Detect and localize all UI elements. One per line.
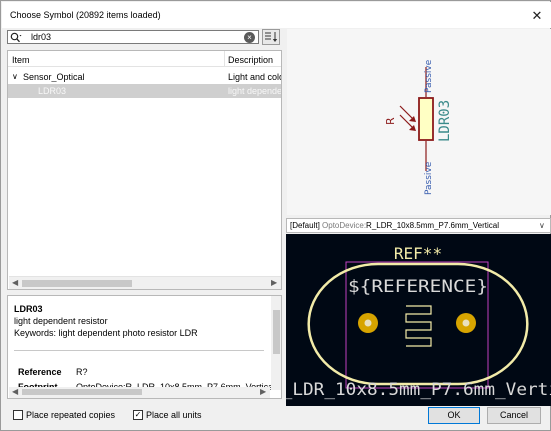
ldr-track-pattern xyxy=(405,305,432,347)
pin-type-bottom: Passive xyxy=(424,161,434,195)
clear-search-icon[interactable]: × xyxy=(244,32,255,43)
repeat-copies-checkbox[interactable] xyxy=(13,410,23,420)
footprint-value-text: R_LDR_10x8.5mm_P7.6mm_Vertical xyxy=(286,380,551,400)
footprint-reference-text: ${REFERENCE} xyxy=(348,277,488,297)
symbol-tree[interactable]: Item Description ∨ Sensor_Optical Light … xyxy=(7,50,282,290)
sort-toggle-button[interactable] xyxy=(262,29,280,45)
tree-header: Item Description xyxy=(8,51,281,67)
scrollbar-thumb[interactable] xyxy=(22,280,132,287)
footprint-default-tag: [Default] xyxy=(290,221,323,230)
symbol-description: light dependent resistor xyxy=(228,86,281,96)
search-value: ldr03 xyxy=(31,32,52,42)
tree-row-selected[interactable]: LDR03 light dependent resistor xyxy=(8,84,281,98)
info-symbol-name: LDR03 xyxy=(14,304,43,314)
repeat-copies-label[interactable]: Place repeated copies xyxy=(26,410,115,420)
footprint-library: OptoDevice: xyxy=(322,221,367,230)
expand-chevron-icon[interactable]: ∨ xyxy=(12,72,18,81)
library-description: Light and colour xyxy=(228,72,281,82)
footprint-name: R_LDR_10x8.5mm_P7.6mm_Vertical xyxy=(366,221,499,230)
chevron-down-icon[interactable]: ∨ xyxy=(539,221,545,230)
scrollbar-thumb[interactable] xyxy=(273,310,280,354)
tree-horizontal-scrollbar[interactable]: ◀ ▶ xyxy=(9,276,281,289)
footprint-graphic: REF** ${REFERENCE} R_LDR_10x8.5mm_P7.6mm… xyxy=(286,244,551,400)
search-icon[interactable] xyxy=(10,32,22,43)
dialog-title: Choose Symbol (20892 items loaded) xyxy=(10,10,161,20)
search-input[interactable]: ldr03 × xyxy=(7,30,259,44)
ldr-symbol-graphic: Passive Passive R LDR03 xyxy=(384,59,453,195)
ok-button[interactable]: OK xyxy=(428,407,480,424)
close-icon[interactable]: ✕ xyxy=(528,7,546,25)
scroll-right-icon[interactable]: ▶ xyxy=(271,278,277,287)
symbol-name: LDR03 xyxy=(38,86,67,96)
scrollbar-thumb[interactable] xyxy=(22,389,142,395)
pad-1-hole xyxy=(364,319,372,327)
footprint-selector[interactable]: [Default] OptoDevice:R_LDR_10x8.5mm_P7.6… xyxy=(286,218,551,233)
place-all-units-label[interactable]: Place all units xyxy=(146,410,202,420)
scroll-left-icon[interactable]: ◀ xyxy=(12,278,18,287)
info-reference-value: R? xyxy=(76,367,88,377)
symbol-reference: R xyxy=(384,117,397,125)
pin-type-top: Passive xyxy=(424,59,434,93)
tree-row-library[interactable]: ∨ Sensor_Optical Light and colour xyxy=(8,70,281,84)
library-name: Sensor_Optical xyxy=(23,72,85,82)
title-bar: Choose Symbol (20892 items loaded) ✕ xyxy=(2,2,551,28)
scroll-right-icon[interactable]: ▶ xyxy=(260,387,266,396)
column-header-description[interactable]: Description xyxy=(228,55,281,65)
footprint-selector-value: [Default] OptoDevice:R_LDR_10x8.5mm_P7.6… xyxy=(290,221,499,230)
info-vertical-scrollbar[interactable] xyxy=(271,296,281,390)
info-description: light dependent resistor xyxy=(14,316,108,326)
light-arrowhead-1 xyxy=(409,116,416,122)
column-divider[interactable] xyxy=(224,51,225,67)
info-reference-label: Reference xyxy=(18,367,62,377)
column-header-item[interactable]: Item xyxy=(12,55,30,65)
choose-symbol-dialog: Choose Symbol (20892 items loaded) ✕ ldr… xyxy=(0,0,551,431)
info-keywords: Keywords: light dependent photo resistor… xyxy=(14,328,198,338)
symbol-body xyxy=(418,97,434,141)
place-all-units-checkbox[interactable]: ✓ xyxy=(133,410,143,420)
symbol-info-panel: LDR03 light dependent resistor Keywords:… xyxy=(7,295,282,399)
symbol-preview-canvas[interactable]: Passive Passive R LDR03 xyxy=(287,29,551,215)
info-horizontal-scrollbar[interactable]: ◀ ▶ xyxy=(9,387,270,398)
scroll-left-icon[interactable]: ◀ xyxy=(12,387,18,396)
sort-icon xyxy=(265,32,278,42)
info-divider xyxy=(14,350,264,351)
footprint-ref-text: REF** xyxy=(394,244,442,263)
cancel-button[interactable]: Cancel xyxy=(487,407,541,424)
pad-2-hole xyxy=(462,319,470,327)
symbol-value: LDR03 xyxy=(437,100,453,142)
footprint-preview-canvas[interactable]: REF** ${REFERENCE} R_LDR_10x8.5mm_P7.6mm… xyxy=(286,234,551,406)
light-arrowhead-2 xyxy=(409,125,416,131)
